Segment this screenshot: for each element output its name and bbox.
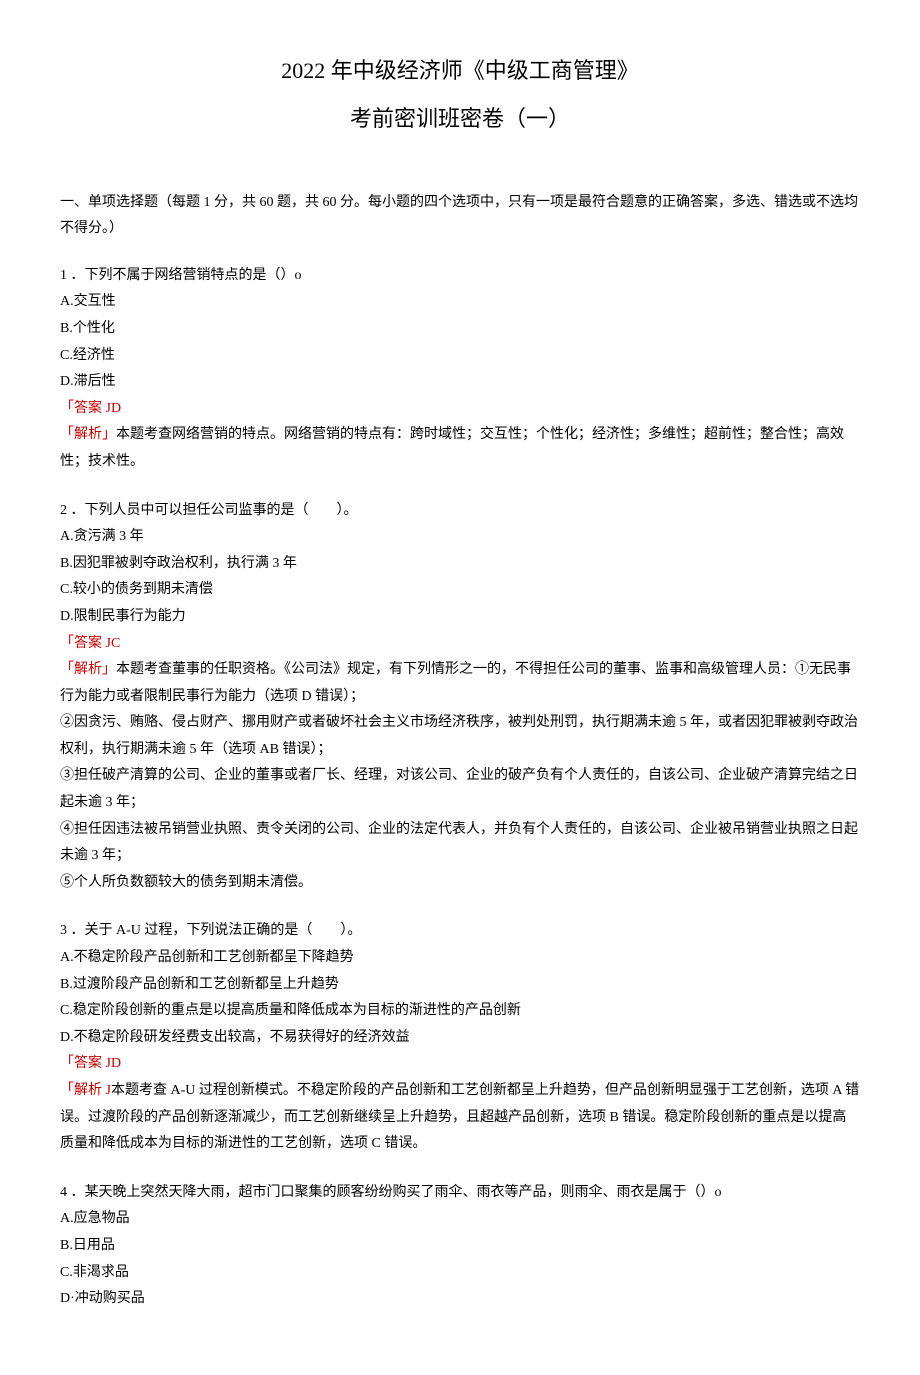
- question-1: 1 ．下列不属于网络营销特点的是（）o A.交互性 B.个性化 C.经济性 D.…: [60, 263, 860, 476]
- option-b: B.过渡阶段产品创新和工艺创新都呈上升趋势: [60, 972, 860, 999]
- question-stem: 2 ．下列人员中可以担任公司监事的是（ ）。: [60, 498, 860, 525]
- options: A.交互性 B.个性化 C.经济性 D.滞后性: [60, 289, 860, 395]
- option-a: A.贪污满 3 年: [60, 524, 860, 551]
- explain-label: 「解析」: [60, 427, 116, 442]
- options: A.不稳定阶段产品创新和工艺创新都呈下降趋势 B.过渡阶段产品创新和工艺创新都呈…: [60, 945, 860, 1051]
- option-b: B.个性化: [60, 316, 860, 343]
- page-title: 2022 年中级经济师《中级工商管理》: [60, 50, 860, 92]
- answer-label: 「答案 JC: [60, 636, 120, 651]
- answer-line: 「答案 JD: [60, 396, 860, 423]
- answer-line: 「答案 JC: [60, 631, 860, 658]
- question-stem: 1 ．下列不属于网络营销特点的是（）o: [60, 263, 860, 290]
- explain-label: 「解析」: [60, 662, 116, 677]
- explanation-p4: ④担任因违法被吊销营业执照、责令关闭的公司、企业的法定代表人，并负有个人责任的，…: [60, 817, 860, 870]
- option-c: C.较小的债务到期未清偿: [60, 577, 860, 604]
- option-d: D.不稳定阶段研发经费支出较高，不易获得好的经济效益: [60, 1025, 860, 1052]
- page-subtitle: 考前密训班密卷（一）: [60, 98, 860, 140]
- option-b: B.因犯罪被剥夺政治权利，执行满 3 年: [60, 551, 860, 578]
- options: A.应急物品 B.日用品 C.非渴求品 D·冲动购买品: [60, 1206, 860, 1312]
- option-a: A.应急物品: [60, 1206, 860, 1233]
- explain-text: 本题考查董事的任职资格。《公司法》规定，有下列情形之一的，不得担任公司的董事、监…: [60, 662, 851, 704]
- question-stem: 4 ．某天晚上突然天降大雨，超市门口聚集的顾客纷纷购买了雨伞、雨衣等产品，则雨伞…: [60, 1180, 860, 1207]
- explanation: 「解析」本题考查网络营销的特点。网络营销的特点有：跨时域性；交互性；个性化；经济…: [60, 422, 860, 475]
- option-b: B.日用品: [60, 1233, 860, 1260]
- explanation-p3: ③担任破产清算的公司、企业的董事或者厂长、经理，对该公司、企业的破产负有个人责任…: [60, 763, 860, 816]
- question-2: 2 ．下列人员中可以担任公司监事的是（ ）。 A.贪污满 3 年 B.因犯罪被剥…: [60, 498, 860, 897]
- answer-label: 「答案 JD: [60, 1056, 121, 1071]
- explanation-p2: ②因贪污、贿赂、侵占财产、挪用财产或者破坏社会主义市场经济秩序，被判处刑罚，执行…: [60, 710, 860, 763]
- option-c: C.非渴求品: [60, 1260, 860, 1287]
- options: A.贪污满 3 年 B.因犯罪被剥夺政治权利，执行满 3 年 C.较小的债务到期…: [60, 524, 860, 630]
- option-c: C.经济性: [60, 343, 860, 370]
- answer-label: 「答案 JD: [60, 401, 121, 416]
- question-4: 4 ．某天晚上突然天降大雨，超市门口聚集的顾客纷纷购买了雨伞、雨衣等产品，则雨伞…: [60, 1180, 860, 1313]
- explanation-p5: ⑤个人所负数额较大的债务到期未清偿。: [60, 870, 860, 897]
- question-stem: 3 ．关于 A-U 过程，下列说法正确的是（ ）。: [60, 918, 860, 945]
- section-heading: 一、单项选择题（每题 1 分，共 60 题，共 60 分。每小题的四个选项中，只…: [60, 190, 860, 243]
- option-a: A.不稳定阶段产品创新和工艺创新都呈下降趋势: [60, 945, 860, 972]
- explain-label: 「解析 J: [60, 1083, 111, 1098]
- option-a: A.交互性: [60, 289, 860, 316]
- option-d: D·冲动购买品: [60, 1286, 860, 1313]
- question-3: 3 ．关于 A-U 过程，下列说法正确的是（ ）。 A.不稳定阶段产品创新和工艺…: [60, 918, 860, 1157]
- explain-text: 本题考查网络营销的特点。网络营销的特点有：跨时域性；交互性；个性化；经济性；多维…: [60, 427, 844, 469]
- option-c: C.稳定阶段创新的重点是以提高质量和降低成本为目标的渐进性的产品创新: [60, 998, 860, 1025]
- answer-line: 「答案 JD: [60, 1051, 860, 1078]
- explain-text: 本题考查 A-U 过程创新模式。不稳定阶段的产品创新和工艺创新都呈上升趋势，但产…: [60, 1083, 859, 1151]
- option-d: D.滞后性: [60, 369, 860, 396]
- explanation-p1: 「解析」本题考查董事的任职资格。《公司法》规定，有下列情形之一的，不得担任公司的…: [60, 657, 860, 710]
- option-d: D.限制民事行为能力: [60, 604, 860, 631]
- explanation: 「解析 J本题考查 A-U 过程创新模式。不稳定阶段的产品创新和工艺创新都呈上升…: [60, 1078, 860, 1158]
